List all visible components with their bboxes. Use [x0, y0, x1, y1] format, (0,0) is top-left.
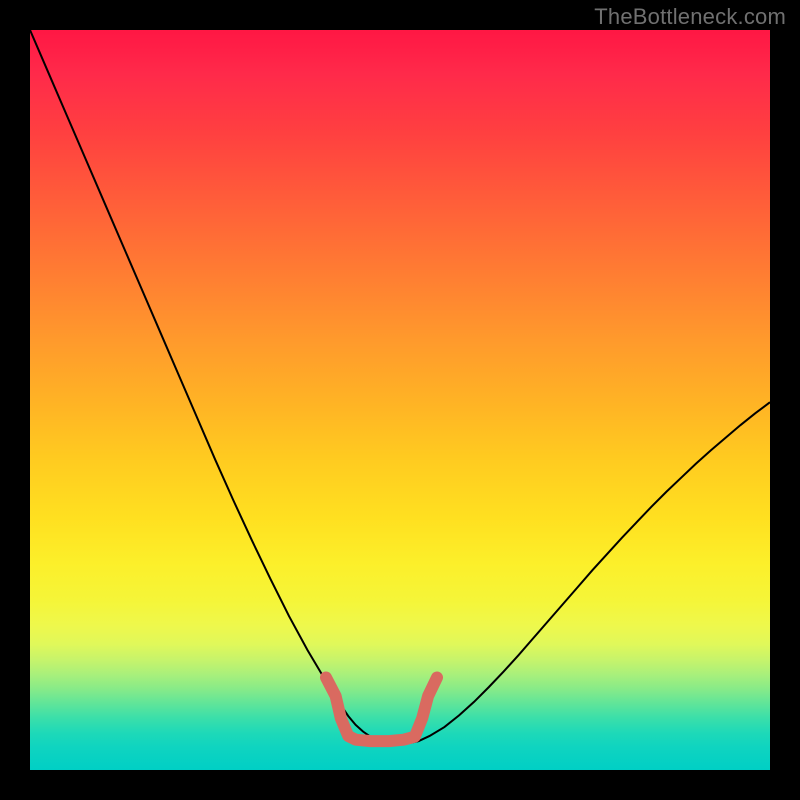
chart-frame: TheBottleneck.com: [0, 0, 800, 800]
plot-area: [30, 30, 770, 770]
optimal-range-marker: [326, 678, 437, 742]
bottleneck-curve: [30, 30, 770, 744]
curve-layer: [30, 30, 770, 770]
watermark-text: TheBottleneck.com: [594, 4, 786, 30]
